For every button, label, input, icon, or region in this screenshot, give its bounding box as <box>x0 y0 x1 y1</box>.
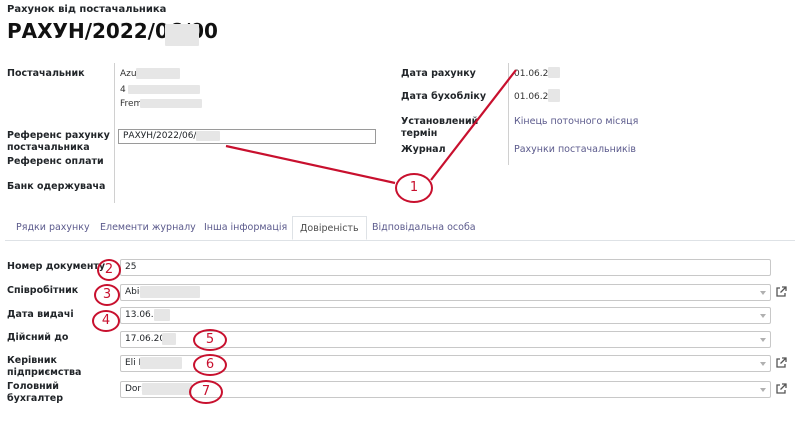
annotation-marker-2: 2 <box>97 259 121 281</box>
annotation-marker-4: 4 <box>92 310 120 332</box>
annotation-overlay <box>225 69 517 185</box>
annotation-marker-6: 6 <box>193 354 227 376</box>
annotation-marker-5: 5 <box>193 329 227 351</box>
annotation-arrow-line <box>430 69 517 181</box>
annotation-marker-3: 3 <box>94 284 120 306</box>
annotation-arrow-line <box>225 144 396 185</box>
annotation-marker-7: 7 <box>189 380 223 404</box>
annotation-marker-1: 1 <box>395 173 433 203</box>
